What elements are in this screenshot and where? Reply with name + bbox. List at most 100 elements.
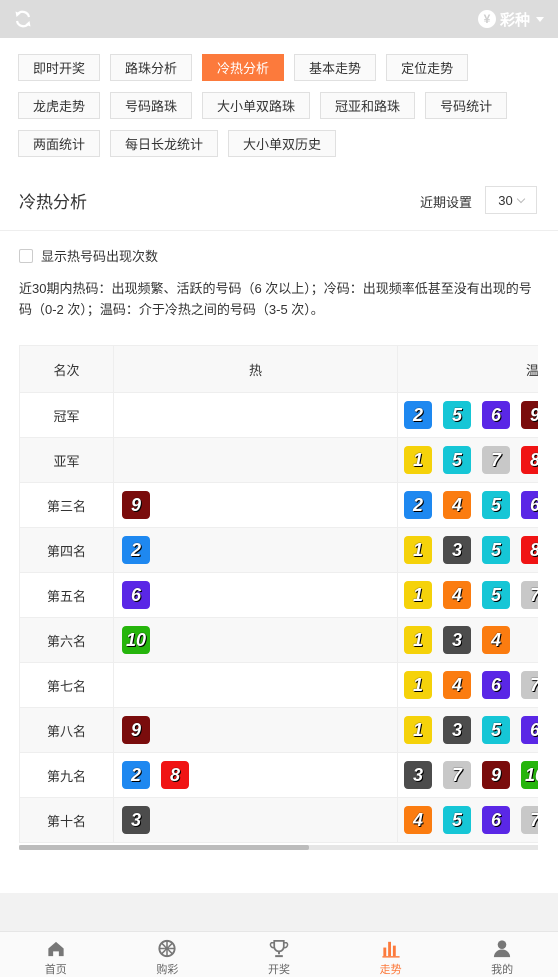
number-ball: 4 (404, 806, 432, 834)
nav-button[interactable]: 冠亚和路珠 (320, 92, 416, 119)
warm-cell: 1356 (397, 707, 538, 753)
number-ball: 6 (521, 716, 538, 744)
hot-cell: 9 (113, 707, 398, 753)
nav-button[interactable]: 两面统计 (18, 130, 101, 157)
number-ball: 1 (404, 716, 432, 744)
number-ball: 1 (404, 581, 432, 609)
warm-cell: 1457 (397, 572, 538, 618)
nav-button[interactable]: 大小单双路珠 (202, 92, 311, 119)
hot-cell (113, 437, 398, 483)
warm-cell: 2456 (397, 482, 538, 528)
number-ball: 7 (521, 581, 538, 609)
chevron-down-icon (516, 194, 525, 203)
number-ball: 3 (443, 716, 471, 744)
number-ball: 4 (443, 671, 471, 699)
number-ball: 2 (404, 491, 432, 519)
number-ball: 6 (521, 491, 538, 519)
table-row: 第四名 2 1358 (19, 527, 538, 573)
tab-label: 走势 (379, 964, 402, 976)
number-ball: 4 (443, 491, 471, 519)
warm-cell: 1358 (397, 527, 538, 573)
number-ball: 2 (122, 536, 150, 564)
tab-trophy[interactable]: 开奖 (223, 932, 335, 977)
hot-cell (113, 662, 398, 708)
number-ball: 5 (482, 581, 510, 609)
horizontal-scrollbar[interactable] (19, 845, 538, 850)
number-ball: 3 (443, 536, 471, 564)
number-ball: 1 (404, 446, 432, 474)
show-counts-option[interactable]: 显示热号码出现次数 (19, 246, 158, 265)
nav-button[interactable]: 冷热分析 (202, 54, 285, 81)
description-text: 近30期内热码：出现频繁、活跃的号码（6 次以上）；冷码：出现频率低甚至没有出现… (19, 281, 532, 317)
rank-cell: 亚军 (19, 437, 114, 483)
number-ball: 10 (521, 761, 538, 789)
hot-cold-table-wrap[interactable]: 名次 热 温 冠军2569亚军1578第三名92456第四名21358第五名61… (19, 345, 538, 850)
tab-label: 购彩 (156, 964, 179, 976)
hot-cell: 6 (113, 572, 398, 618)
refresh-icon[interactable] (13, 9, 33, 29)
warm-cell: 134 (397, 617, 538, 663)
analysis-nav: 即时开奖 路珠分析 冷热分析 基本走势 定位走势 龙虎走势 号码路珠 大小单双路珠 冠亚和路珠号… (18, 54, 548, 168)
divider (0, 230, 558, 231)
number-ball: 6 (122, 581, 150, 609)
tab-user[interactable]: 我的 (446, 932, 558, 977)
rank-cell: 第四名 (19, 527, 114, 573)
lottery-type-switch[interactable]: ¥ 彩种 (477, 8, 544, 30)
number-ball: 4 (482, 626, 510, 654)
number-ball: 1 (404, 626, 432, 654)
number-ball: 3 (404, 761, 432, 789)
nav-button[interactable]: 路珠分析 (110, 54, 193, 81)
number-ball: 10 (122, 626, 150, 654)
rank-cell: 第八名 (19, 707, 114, 753)
table-row: 第七名 1467 (19, 662, 538, 708)
nav-button[interactable]: 基本走势 (294, 54, 377, 81)
nav-row: 即时开奖 路珠分析 冷热分析 基本走势 定位走势 (18, 54, 548, 81)
number-ball: 9 (122, 491, 150, 519)
show-counts-checkbox[interactable] (19, 248, 33, 263)
nav-button[interactable]: 每日长龙统计 (110, 130, 219, 157)
nav-button[interactable]: 即时开奖 (18, 54, 101, 81)
number-ball: 6 (482, 806, 510, 834)
number-ball: 9 (521, 401, 538, 429)
nav-button[interactable]: 大小单双历史 (228, 130, 337, 157)
nav-button[interactable]: 号码统计 (425, 92, 508, 119)
number-ball: 6 (482, 671, 510, 699)
number-ball: 5 (482, 716, 510, 744)
tab-bar-chart[interactable]: 走势 (335, 932, 447, 977)
rank-cell: 第六名 (19, 617, 114, 663)
number-ball: 4 (443, 581, 471, 609)
lottery-type-label: 彩种 (499, 11, 530, 29)
number-ball: 7 (443, 761, 471, 789)
nav-row: 龙虎走势 号码路珠 大小单双路珠 冠亚和路珠 号码统计 (18, 92, 548, 119)
nav-row: 两面统计 每日长龙统计 大小单双历史 (18, 130, 548, 157)
nav-button[interactable]: 号码路珠 (110, 92, 193, 119)
hot-cell: 9 (113, 482, 398, 528)
rank-cell: 第五名 (19, 572, 114, 618)
tab-lottery-wheel[interactable]: 购彩 (112, 932, 224, 977)
bottom-tab-bar: 首页 购彩 开奖 走势 我的 (0, 931, 558, 977)
warm-cell: 1578 (397, 437, 538, 483)
coin-icon: ¥ (477, 10, 496, 28)
hot-cell: 28 (113, 752, 398, 798)
period-value: 30 (498, 192, 513, 208)
rank-cell: 第三名 (19, 482, 114, 528)
number-ball: 7 (521, 671, 538, 699)
top-bar: ¥ 彩种 (0, 0, 558, 38)
number-ball: 8 (161, 761, 189, 789)
number-ball: 1 (404, 671, 432, 699)
number-ball: 1 (404, 536, 432, 564)
number-ball: 7 (521, 806, 538, 834)
hot-cell: 3 (113, 797, 398, 843)
warm-cell: 1467 (397, 662, 538, 708)
rank-cell: 第九名 (19, 752, 114, 798)
scrollbar-thumb[interactable] (19, 845, 309, 850)
nav-button[interactable]: 龙虎走势 (18, 92, 101, 119)
number-ball: 2 (122, 761, 150, 789)
period-select[interactable]: 30 (485, 186, 537, 214)
number-ball: 5 (443, 806, 471, 834)
section-title: 冷热分析 (19, 193, 87, 212)
number-ball: 2 (404, 401, 432, 429)
tab-home[interactable]: 首页 (0, 932, 112, 977)
nav-button[interactable]: 定位走势 (386, 54, 469, 81)
table-row: 第十名 3 4567 (19, 797, 538, 843)
